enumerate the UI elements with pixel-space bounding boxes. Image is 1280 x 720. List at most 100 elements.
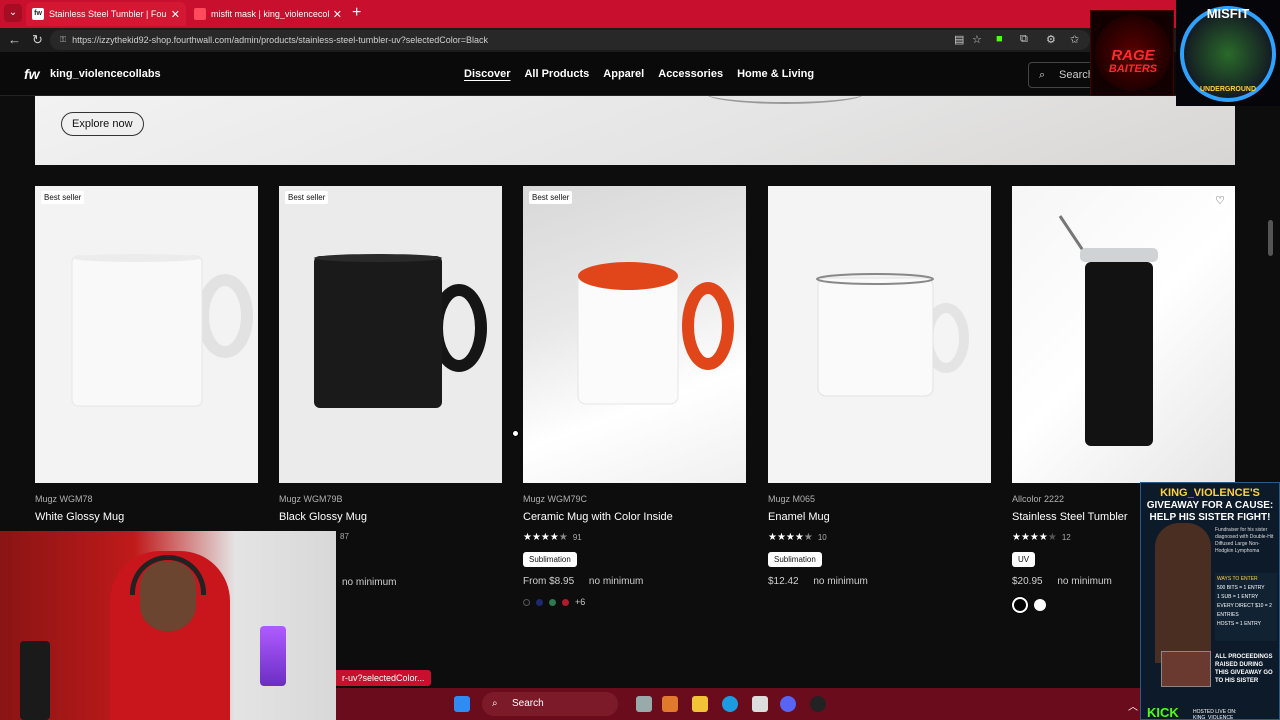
way-item: 500 BITS = 1 ENTRY [1217, 585, 1265, 591]
sublimation-chip: Sublimation [523, 552, 577, 567]
nav-all-products[interactable]: All Products [524, 68, 589, 80]
url-field[interactable]: ⚿ https://izzythekid92-shop.fourthwall.c… [50, 30, 1090, 50]
way-item: 1 SUB = 1 ENTRY [1217, 594, 1259, 600]
store-icon[interactable] [752, 696, 768, 712]
edge-browser-icon[interactable] [722, 696, 738, 712]
logo-text: MISFIT [1206, 6, 1250, 21]
reload-icon[interactable]: ↻ [32, 32, 43, 48]
site-header: fw king_violencecollabs Discover All Pro… [0, 52, 1280, 96]
nav-home-living[interactable]: Home & Living [737, 68, 814, 80]
reader-view-icon[interactable]: ▤ [954, 33, 964, 46]
file-explorer-icon[interactable] [692, 696, 708, 712]
promo-headline: GIVEAWAY FOR A CAUSE: HELP HIS SISTER FI… [1146, 500, 1274, 523]
discord-icon[interactable] [780, 696, 796, 712]
product-name[interactable]: White Glossy Mug [35, 511, 258, 523]
extension-icon[interactable]: ■ [996, 33, 1003, 45]
link-preview-tooltip: r-uv?selectedColor... [336, 670, 431, 686]
logo-text: RAGE [1111, 47, 1155, 64]
promo-title: KING_VIOLENCE'S [1160, 487, 1260, 499]
minimum-label: no minimum [813, 576, 868, 587]
close-icon[interactable]: ✕ [333, 8, 342, 21]
promo-photo [1161, 651, 1211, 687]
rgb-lamp [260, 626, 286, 686]
copilot-icon[interactable] [662, 696, 678, 712]
product-rating: ★★★★★ 10 [768, 532, 991, 543]
rating-stars-icon: ★★★★★ [1012, 532, 1057, 543]
back-arrow-icon[interactable]: ← [8, 32, 21, 48]
product-name[interactable]: Black Glossy Mug [279, 511, 502, 523]
product-name[interactable]: Enamel Mug [768, 511, 991, 523]
more-colors-count[interactable]: +6 [575, 597, 585, 607]
taskbar-search[interactable]: ⌕ Search [482, 692, 618, 716]
minimum-label: no minimum [342, 577, 397, 588]
product-card[interactable]: Best seller Mugz WGM78 White Glossy Mug [35, 186, 258, 523]
product-card[interactable]: Best seller Mugz WGM79C Ceramic Mug with… [523, 186, 746, 607]
kick-logo: KICK [1147, 705, 1179, 720]
windows-taskbar: ⌕ Search [336, 688, 1140, 720]
swatch-green[interactable] [549, 598, 556, 606]
minimum-label: no minimum [588, 576, 644, 587]
tab-label: misfit mask | king_violencecollabs [211, 9, 329, 19]
close-icon[interactable]: ✕ [171, 8, 180, 21]
explore-now-button[interactable]: Explore now [61, 112, 144, 136]
promo-person [1155, 523, 1211, 663]
product-card[interactable]: Best seller Mugz WGM79B Black Glossy Mug… [279, 186, 502, 588]
search-icon: ⌕ [1039, 69, 1046, 81]
review-count: 12 [1061, 533, 1071, 542]
page-scrollbar[interactable] [1268, 220, 1273, 256]
white-mug-image [71, 254, 253, 407]
task-view-icon[interactable] [636, 696, 652, 712]
product-image[interactable]: Best seller [279, 186, 502, 483]
product-card[interactable]: Mugz M065 Enamel Mug ★★★★★ 10 Sublimatio… [768, 186, 991, 587]
tab-active[interactable]: fw Stainless Steel Tumbler | Fourthwa ✕ [26, 2, 186, 26]
windows-start-icon[interactable] [454, 696, 470, 712]
tab-menu-chevron-icon[interactable]: ⌄ [4, 4, 22, 22]
product-brand: Mugz WGM78 [35, 494, 93, 504]
logo-text: BAITERS [1108, 63, 1158, 75]
main-nav: Discover All Products Apparel Accessorie… [464, 68, 814, 80]
obs-icon[interactable] [810, 696, 826, 712]
ceramic-mug-orange-inside-image [577, 262, 734, 405]
bookmark-star-icon[interactable]: ☆ [972, 33, 982, 46]
fourthwall-logo[interactable]: fw [24, 66, 40, 82]
enamel-mug-image [816, 273, 969, 397]
tab-label: Stainless Steel Tumbler | Fourthwa [49, 9, 167, 19]
search-icon: ⌕ [492, 698, 498, 709]
tab-inactive[interactable]: misfit mask | king_violencecollabs ✕ [188, 2, 348, 26]
misfit-underground-logo: MISFIT UNDERGROUND [1176, 0, 1280, 106]
store-name[interactable]: king_violencecollabs [50, 68, 161, 80]
swatch-black[interactable] [523, 598, 530, 606]
product-image[interactable]: ♡ [1012, 186, 1235, 483]
uv-chip: UV [1012, 552, 1036, 567]
settings-icon[interactable]: ⚙ [1046, 33, 1056, 46]
browser-tab-bar: ⌄ fw Stainless Steel Tumbler | Fourthwa … [0, 0, 1280, 28]
banner-image [705, 96, 865, 104]
favorites-icon[interactable]: ✩ [1070, 33, 1079, 46]
color-swatches: +6 [523, 597, 746, 607]
product-price: From $8.95 [523, 576, 575, 587]
taskbar-search-label: Search [512, 698, 544, 709]
new-tab-plus-icon[interactable]: + [352, 4, 361, 22]
nav-apparel[interactable]: Apparel [603, 68, 644, 80]
nav-discover[interactable]: Discover [464, 68, 510, 80]
hero-banner: Explore now [35, 96, 1235, 165]
review-count: 91 [572, 533, 582, 542]
product-name[interactable]: Ceramic Mug with Color Inside [523, 511, 746, 523]
nav-accessories[interactable]: Accessories [658, 68, 723, 80]
webcam-overlay [0, 531, 336, 720]
tray-chevron-up-icon[interactable]: ︿ [1128, 698, 1138, 713]
giveaway-promo-overlay: KING_VIOLENCE'S GIVEAWAY FOR A CAUSE: HE… [1140, 482, 1280, 720]
product-image[interactable]: Best seller [35, 186, 258, 483]
product-brand: Mugz M065 [768, 494, 816, 504]
rating-stars-icon: ★★★★★ [523, 532, 568, 543]
swatch-navy[interactable] [536, 598, 543, 606]
swatch-white[interactable] [1034, 599, 1046, 611]
product-image[interactable] [768, 186, 991, 483]
product-image[interactable]: Best seller [523, 186, 746, 483]
product-price-line: From $8.95 no minimum [523, 576, 746, 587]
extensions-puzzle-icon[interactable]: ⧉ [1020, 33, 1028, 46]
swatch-black[interactable] [1012, 597, 1028, 613]
site-info-icon[interactable]: ⚿ [60, 35, 66, 45]
logo-text: UNDERGROUND [1200, 86, 1256, 93]
swatch-red[interactable] [562, 598, 569, 606]
